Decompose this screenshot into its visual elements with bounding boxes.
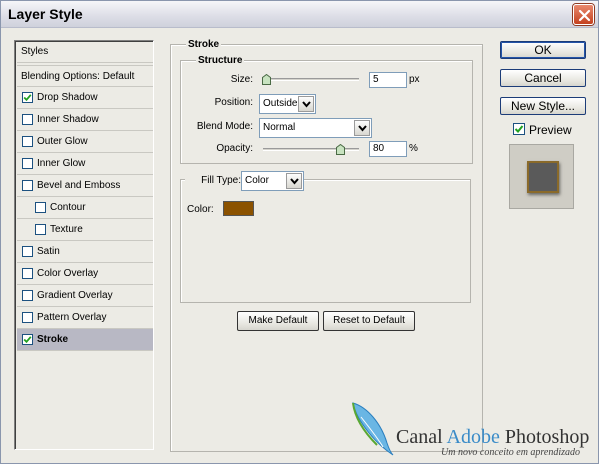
- watermark-brand-c: Photoshop: [499, 426, 590, 448]
- style-item-inner-glow[interactable]: Inner Glow: [17, 153, 153, 175]
- blending-options-label: Blending Options: Default: [21, 71, 135, 82]
- fill-type-label: Fill Type:: [185, 174, 241, 187]
- fill-type-select[interactable]: Color: [241, 171, 304, 191]
- style-item-inner-shadow[interactable]: Inner Shadow: [17, 109, 153, 131]
- style-checkbox[interactable]: [22, 334, 33, 345]
- structure-group-title: Structure: [196, 55, 245, 66]
- watermark-tagline: Um novo conceito em aprendizado: [441, 447, 581, 458]
- blend-mode-dropdown-button[interactable]: [354, 120, 370, 136]
- preview-checkbox[interactable]: [513, 123, 525, 135]
- checkmark-icon: [23, 94, 32, 102]
- style-checkbox[interactable]: [22, 312, 33, 323]
- style-item-label: Bevel and Emboss: [37, 180, 121, 191]
- stroke-group-title: Stroke: [186, 39, 222, 50]
- watermark-brand-b: Adobe: [446, 426, 500, 448]
- style-item-drop-shadow[interactable]: Drop Shadow: [17, 87, 153, 109]
- close-button[interactable]: [573, 4, 594, 25]
- styles-header[interactable]: Styles: [17, 41, 153, 63]
- style-item-satin[interactable]: Satin: [17, 241, 153, 263]
- style-item-color-overlay[interactable]: Color Overlay: [17, 263, 153, 285]
- opacity-unit: %: [409, 143, 418, 154]
- watermark-brand-a: Canal: [396, 426, 447, 448]
- opacity-label: Opacity:: [216, 143, 253, 154]
- position-value: Outside: [263, 98, 298, 109]
- style-item-gradient-overlay[interactable]: Gradient Overlay: [17, 285, 153, 307]
- chevron-down-icon: [302, 101, 311, 108]
- style-item-pattern-overlay[interactable]: Pattern Overlay: [17, 307, 153, 329]
- opacity-input[interactable]: 80: [369, 141, 407, 157]
- ok-button[interactable]: OK: [500, 41, 586, 59]
- blend-mode-label: Blend Mode:: [196, 121, 253, 132]
- feather-logo-icon: [352, 402, 394, 456]
- close-icon: [578, 9, 591, 22]
- style-checkbox[interactable]: [35, 224, 46, 235]
- style-item-label: Stroke: [37, 334, 69, 345]
- style-preview-thumbnail: [509, 144, 574, 209]
- style-checkbox[interactable]: [35, 202, 46, 213]
- chevron-down-icon: [358, 125, 367, 132]
- style-item-label: Texture: [50, 224, 83, 235]
- position-label: Position:: [214, 97, 253, 108]
- size-label: Size:: [230, 74, 253, 85]
- dialog-title: Layer Style: [8, 6, 83, 22]
- style-checkbox[interactable]: [22, 158, 33, 169]
- style-checkbox[interactable]: [22, 290, 33, 301]
- size-slider-track[interactable]: [263, 78, 359, 81]
- styles-header-label: Styles: [21, 46, 49, 57]
- make-default-button[interactable]: Make Default: [237, 311, 319, 331]
- style-item-label: Satin: [37, 246, 60, 257]
- style-item-label: Color Overlay: [37, 268, 99, 279]
- style-item-label: Contour: [50, 202, 86, 213]
- style-item-texture[interactable]: Texture: [17, 219, 153, 241]
- style-item-label: Gradient Overlay: [37, 290, 113, 301]
- size-input[interactable]: 5: [369, 72, 407, 88]
- style-checkbox[interactable]: [22, 180, 33, 191]
- style-item-contour[interactable]: Contour: [17, 197, 153, 219]
- style-item-label: Outer Glow: [37, 136, 88, 147]
- style-item-bevel-and-emboss[interactable]: Bevel and Emboss: [17, 175, 153, 197]
- watermark-brand: Canal Adobe Photoshop: [396, 426, 589, 449]
- fill-group: [180, 179, 471, 303]
- style-item-label: Drop Shadow: [37, 92, 98, 103]
- layer-style-dialog: Layer Style Styles Blending Options: Def…: [0, 0, 599, 464]
- style-checkbox[interactable]: [22, 114, 33, 125]
- fill-type-value: Color: [245, 175, 269, 186]
- color-label: Color:: [187, 204, 214, 215]
- size-slider-thumb[interactable]: [262, 74, 271, 85]
- preview-square: [527, 161, 559, 193]
- position-dropdown-button[interactable]: [298, 96, 314, 112]
- checkmark-icon: [514, 125, 524, 133]
- reset-to-default-button[interactable]: Reset to Default: [323, 311, 415, 331]
- stroke-color-swatch[interactable]: [223, 201, 254, 216]
- style-checkbox[interactable]: [22, 246, 33, 257]
- fill-type-dropdown-button[interactable]: [286, 173, 302, 189]
- style-checkbox[interactable]: [22, 136, 33, 147]
- checkmark-icon: [23, 336, 32, 344]
- style-item-label: Pattern Overlay: [37, 312, 107, 323]
- new-style-button[interactable]: New Style...: [500, 97, 586, 115]
- style-checkbox[interactable]: [22, 92, 33, 103]
- cancel-button[interactable]: Cancel: [500, 69, 586, 87]
- style-item-label: Inner Glow: [37, 158, 86, 169]
- opacity-slider-thumb[interactable]: [336, 144, 345, 155]
- position-select[interactable]: Outside: [259, 94, 316, 114]
- style-item-label: Inner Shadow: [37, 114, 99, 125]
- style-checkbox[interactable]: [22, 268, 33, 279]
- title-bar[interactable]: Layer Style: [1, 1, 598, 28]
- blend-mode-select[interactable]: Normal: [259, 118, 372, 138]
- preview-label: Preview: [529, 123, 572, 137]
- style-item-stroke[interactable]: Stroke: [17, 329, 153, 351]
- blend-mode-value: Normal: [263, 122, 296, 133]
- style-item-outer-glow[interactable]: Outer Glow: [17, 131, 153, 153]
- styles-list: Styles Blending Options: Default Drop Sh…: [14, 40, 154, 450]
- chevron-down-icon: [290, 178, 299, 185]
- size-unit: px: [409, 74, 420, 85]
- blending-options-item[interactable]: Blending Options: Default: [17, 65, 153, 87]
